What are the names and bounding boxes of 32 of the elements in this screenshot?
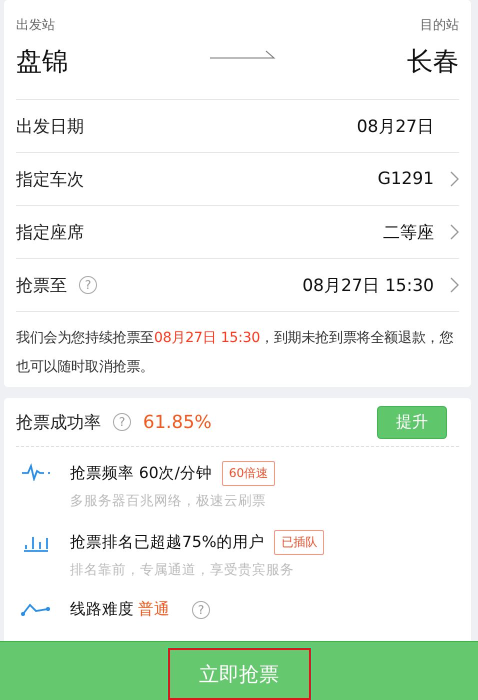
row-value: G1291 [378, 169, 434, 189]
station-label: 目的站 [420, 17, 459, 34]
row-label: 抢票至 [16, 274, 67, 296]
form-row[interactable]: 出发日期 08月27日 [16, 100, 459, 153]
form-row[interactable]: 指定座席 二等座 [16, 206, 459, 259]
form-row[interactable]: 指定车次 G1291 [16, 153, 459, 206]
difficulty-value: 普通 [138, 599, 170, 620]
feature-title: 线路难度 [70, 599, 134, 620]
success-rate-label: 抢票成功率 [16, 412, 101, 434]
row-value: 二等座 [383, 222, 434, 244]
chevron-icon [450, 171, 459, 187]
chevron-icon [450, 224, 459, 240]
feature-description: 多服务器百兆网络，极速云刷票 [70, 492, 267, 510]
feature-title: 抢票频率 60次/分钟 [70, 463, 212, 484]
pulse-icon [21, 463, 51, 481]
chevron-icon [450, 277, 459, 293]
success-rate: 61.85% [143, 412, 212, 432]
row-value: 08月27日 15:30 [302, 274, 434, 296]
feature-tag: 已插队 [274, 530, 324, 555]
feature-title: 抢票排名已超越75%的用户 [70, 532, 264, 553]
row-label: 指定座席 [16, 222, 84, 244]
feature-tag: 60倍速 [222, 461, 276, 486]
line-graph-icon [21, 601, 51, 617]
row-value: 08月27日 [356, 116, 434, 138]
notice-text: 我们会为您持续抢票至08月27日 15:30，到期未抢到票将全额退款，您也可以随时取消抢票。 [16, 329, 454, 377]
row-label: 指定车次 [16, 168, 84, 190]
station-label: 出发站 [16, 17, 56, 34]
station-name[interactable]: 盘锦 [16, 44, 68, 79]
form-row[interactable]: 抢票至 ? 08月27日 15:30 [16, 259, 459, 312]
station-name[interactable]: 长春 [407, 44, 459, 79]
feature-description: 排名靠前，专属通道，享受贵宾服务 [70, 561, 295, 579]
row-label: 出发日期 [16, 116, 84, 138]
